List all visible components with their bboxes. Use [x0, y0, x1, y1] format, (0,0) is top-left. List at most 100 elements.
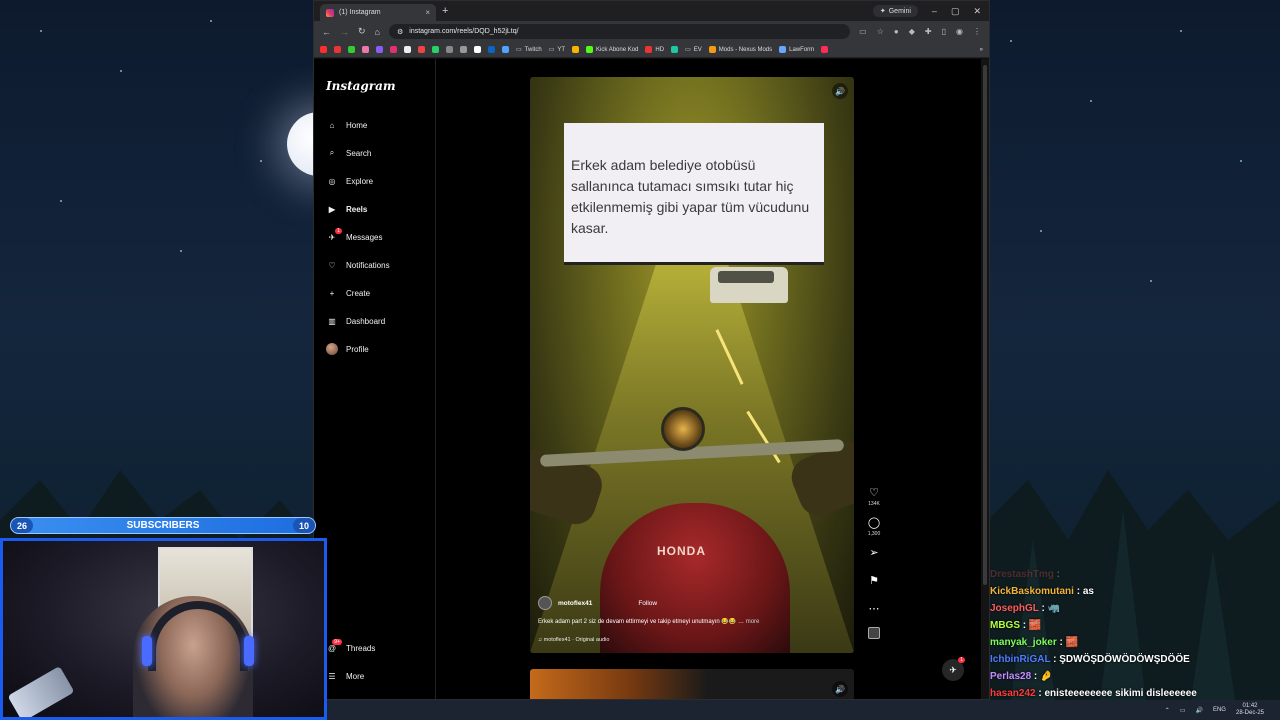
chat-username[interactable]: manyak_joker: [990, 637, 1057, 648]
reload-icon[interactable]: ↻: [358, 26, 366, 37]
clock-date: 28-Dec-25: [1235, 710, 1264, 716]
bookmark-ev[interactable]: ▭ EV: [685, 46, 702, 54]
reel-caption: Erkek adam part 2 siz de devam ettirmeyi…: [538, 619, 760, 625]
page-scrollbar[interactable]: [981, 59, 989, 699]
menu-kebab-icon[interactable]: ⋮: [973, 27, 981, 36]
author-avatar[interactable]: [538, 596, 552, 610]
back-arrow-icon[interactable]: ←: [322, 27, 331, 37]
chat-username[interactable]: MBGS: [990, 620, 1020, 631]
nav-search[interactable]: ⌕ Search: [326, 147, 372, 159]
new-tab-button[interactable]: +: [442, 5, 448, 17]
cast-icon[interactable]: ▭: [859, 27, 867, 36]
reel-audio[interactable]: ♫ motoflex41 · Original audio: [538, 637, 834, 643]
extension-icon[interactable]: ◆: [909, 27, 915, 36]
volume-icon[interactable]: 🔊: [832, 83, 848, 99]
nav-profile[interactable]: Profile: [326, 343, 369, 355]
maximize-button[interactable]: ▢: [951, 6, 960, 17]
profile-icon[interactable]: ◉: [956, 27, 963, 36]
comment-icon[interactable]: ◯: [868, 517, 880, 529]
bookmark-icon[interactable]: [572, 46, 580, 53]
bookmark-icon[interactable]: [418, 46, 425, 53]
bookmark-star-icon[interactable]: ☆: [877, 27, 884, 36]
chat-username[interactable]: JosephGL: [990, 603, 1039, 614]
like-count: 134K: [868, 501, 880, 507]
bookmark-icon[interactable]: [474, 46, 481, 53]
nav-notifications[interactable]: ♡ Notifications: [326, 259, 389, 271]
language-indicator[interactable]: ENG: [1213, 707, 1226, 713]
chevron-up-icon[interactable]: ⌃: [1165, 707, 1170, 714]
sidepanel-icon[interactable]: ▯: [942, 27, 946, 36]
extensions-puzzle-icon[interactable]: ✚: [925, 27, 932, 36]
chat-message: MBGS : 🧱: [990, 617, 1280, 634]
url-field[interactable]: ⚙ instagram.com/reels/DQD_h52jLtq/: [388, 24, 851, 39]
nav-threads[interactable]: @9+ Threads: [326, 639, 375, 654]
forward-arrow-icon[interactable]: →: [340, 27, 349, 37]
author-name[interactable]: motoflex41: [558, 600, 592, 607]
nav-create[interactable]: + Create: [326, 287, 370, 299]
bookmark-icon[interactable]: [671, 46, 679, 53]
video-overlay-text: Erkek adam belediye otobüsü sallanınca t…: [564, 123, 824, 265]
nav-more[interactable]: ☰ More: [326, 670, 364, 682]
reel-video[interactable]: HONDA Erkek adam belediye otobüsü sallan…: [530, 77, 854, 653]
follow-button[interactable]: Follow: [638, 600, 657, 607]
gemini-button[interactable]: ✦ Gemini: [872, 5, 918, 17]
bookmark-icon[interactable]: [460, 46, 467, 53]
bookmark-hd[interactable]: HD: [645, 46, 664, 53]
nav-reels[interactable]: ▶ Reels: [326, 203, 367, 215]
nav-dashboard[interactable]: ▥ Dashboard: [326, 315, 385, 327]
tab-instagram[interactable]: (1) Instagram ×: [320, 4, 436, 21]
next-reel-preview[interactable]: 🔊: [530, 669, 854, 699]
nav-home[interactable]: ⌂ Home: [326, 119, 368, 131]
chat-username[interactable]: hasan242: [990, 688, 1036, 699]
bookmarks-bar: ▭ Twitch ▭ YT Kick Abone Kod HD ▭ EV Mods -…: [314, 42, 989, 58]
bookmarks-overflow-button[interactable]: »: [980, 47, 983, 53]
linkedin-bookmark-icon[interactable]: [488, 46, 495, 53]
chat-username[interactable]: DrestashTmg: [990, 569, 1054, 580]
kick-bookmark-icon[interactable]: [348, 46, 355, 53]
more-options-icon[interactable]: ⋯: [869, 603, 880, 615]
clock[interactable]: 01:42 28-Dec-25: [1236, 703, 1264, 717]
share-icon[interactable]: ➢: [869, 547, 878, 559]
chat-username[interactable]: IchbinRiGAL: [990, 654, 1050, 665]
messages-floating-button[interactable]: ✈ 1: [942, 657, 965, 681]
bookmark-yt[interactable]: ▭ YT: [549, 46, 565, 54]
chat-username[interactable]: KickBaskomutani: [990, 586, 1074, 597]
caption-more-link[interactable]: more: [746, 619, 760, 625]
home-icon[interactable]: ⌂: [375, 27, 380, 37]
reels-icon: ▶: [328, 204, 336, 214]
bookmark-icon[interactable]: [334, 46, 341, 53]
twitch-bookmark-icon[interactable]: [376, 46, 383, 53]
bookmark-lawform[interactable]: LawForm: [779, 46, 814, 53]
heart-icon: ♡: [328, 260, 336, 270]
nav-messages[interactable]: ✈ 1 Messages: [326, 228, 382, 243]
instagram-bookmark-icon[interactable]: [390, 46, 397, 53]
minimize-button[interactable]: –: [932, 6, 937, 16]
audio-thumbnail[interactable]: [868, 627, 880, 639]
whatsapp-bookmark-icon[interactable]: [432, 46, 439, 53]
webcam-overlay: [0, 538, 327, 720]
video-honda-text: HONDA: [657, 544, 706, 558]
close-window-button[interactable]: ✕: [973, 6, 981, 17]
bookmark-nexus-mods[interactable]: Mods - Nexus Mods: [708, 46, 772, 53]
chat-username[interactable]: Perlas28: [990, 671, 1031, 682]
like-heart-icon[interactable]: ♡: [869, 487, 879, 499]
youtube-bookmark-icon[interactable]: [320, 46, 327, 53]
bookmark-icon[interactable]: [502, 46, 509, 53]
bookmark-kick-abone[interactable]: Kick Abone Kod: [586, 46, 638, 53]
nav-explore[interactable]: ◎ Explore: [326, 175, 374, 187]
extension-icon[interactable]: ●: [894, 27, 899, 36]
scrollbar-thumb[interactable]: [983, 65, 987, 585]
volume-icon[interactable]: 🔊: [832, 681, 848, 697]
bookmark-icon[interactable]: [821, 46, 829, 53]
bookmark-twitch[interactable]: ▭ Twitch: [516, 46, 542, 54]
bookmark-icon[interactable]: [446, 46, 453, 53]
tab-close-icon[interactable]: ×: [425, 8, 430, 17]
bookmark-icon[interactable]: [362, 46, 369, 53]
chat-text: enisteeeeeeee sikimi disleeeeee: [1044, 688, 1197, 699]
save-bookmark-icon[interactable]: ⚑: [869, 575, 879, 587]
network-icon[interactable]: ▭: [1180, 707, 1186, 714]
instagram-logo[interactable]: Instagram: [326, 79, 396, 93]
site-info-icon[interactable]: ⚙: [397, 28, 403, 36]
volume-icon[interactable]: 🔊: [1195, 707, 1202, 714]
x-bookmark-icon[interactable]: [404, 46, 411, 53]
